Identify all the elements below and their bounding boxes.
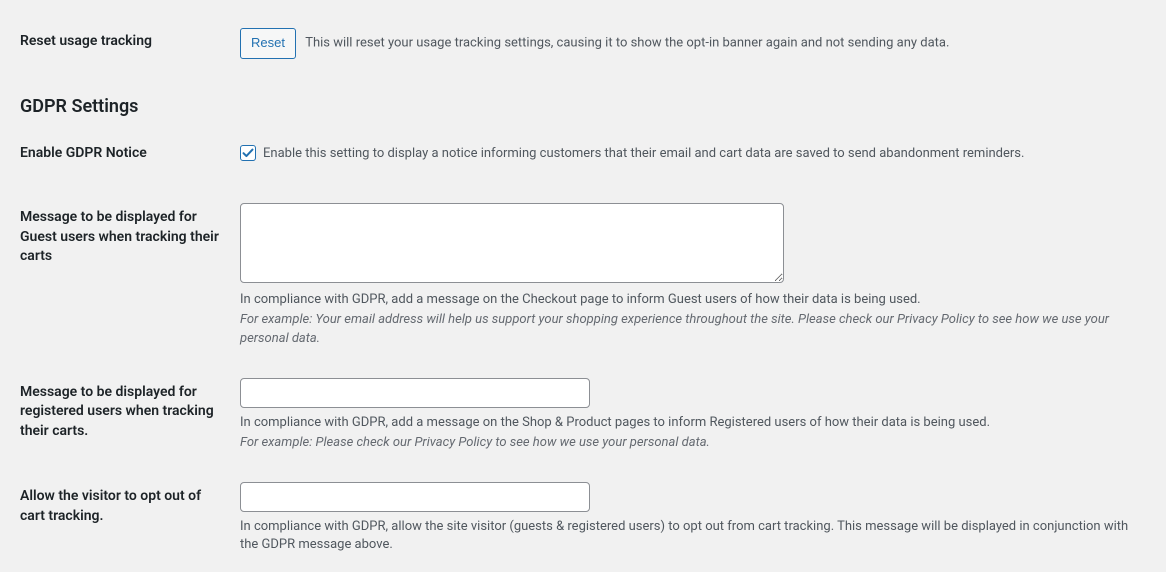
- cell-optout: In compliance with GDPR, allow the site …: [230, 467, 1166, 571]
- row-optout: Allow the visitor to opt out of cart tra…: [0, 467, 1166, 571]
- label-reset-usage-tracking: Reset usage tracking: [0, 10, 230, 74]
- guest-message-example: For example: Your email address will hel…: [240, 311, 1146, 347]
- reset-description: This will reset your usage tracking sett…: [305, 35, 949, 50]
- registered-message-input[interactable]: [240, 378, 590, 408]
- enable-gdpr-description: Enable this setting to display a notice …: [263, 144, 1024, 164]
- label-optout: Allow the visitor to opt out of cart tra…: [0, 467, 230, 571]
- row-guest-message: Message to be displayed for Guest users …: [0, 188, 1166, 363]
- cell-enable-gdpr-notice: Enable this setting to display a notice …: [230, 124, 1166, 189]
- optout-description: In compliance with GDPR, allow the site …: [240, 518, 1146, 554]
- cell-registered-message: In compliance with GDPR, add a message o…: [230, 363, 1166, 467]
- enable-gdpr-checkbox[interactable]: [240, 145, 256, 161]
- row-registered-message: Message to be displayed for registered u…: [0, 363, 1166, 467]
- registered-message-example: For example: Please check our Privacy Po…: [240, 434, 1146, 452]
- settings-table: Reset usage tracking Reset This will res…: [0, 10, 1166, 74]
- optout-input[interactable]: [240, 482, 590, 512]
- reset-button[interactable]: Reset: [240, 28, 296, 59]
- section-title-gdpr: GDPR Settings: [20, 94, 1166, 119]
- checkmark-icon: [242, 147, 254, 159]
- row-reset-usage-tracking: Reset usage tracking Reset This will res…: [0, 10, 1166, 74]
- label-enable-gdpr-notice: Enable GDPR Notice: [0, 124, 230, 189]
- cell-reset-usage-tracking: Reset This will reset your usage trackin…: [230, 10, 1166, 74]
- gdpr-settings-table: Enable GDPR Notice Enable this setting t…: [0, 124, 1166, 572]
- registered-message-description: In compliance with GDPR, add a message o…: [240, 414, 1146, 432]
- cell-guest-message: In compliance with GDPR, add a message o…: [230, 188, 1166, 363]
- label-registered-message: Message to be displayed for registered u…: [0, 363, 230, 467]
- guest-message-description: In compliance with GDPR, add a message o…: [240, 291, 1146, 309]
- guest-message-textarea[interactable]: [240, 203, 784, 283]
- label-guest-message: Message to be displayed for Guest users …: [0, 188, 230, 363]
- row-enable-gdpr-notice: Enable GDPR Notice Enable this setting t…: [0, 124, 1166, 189]
